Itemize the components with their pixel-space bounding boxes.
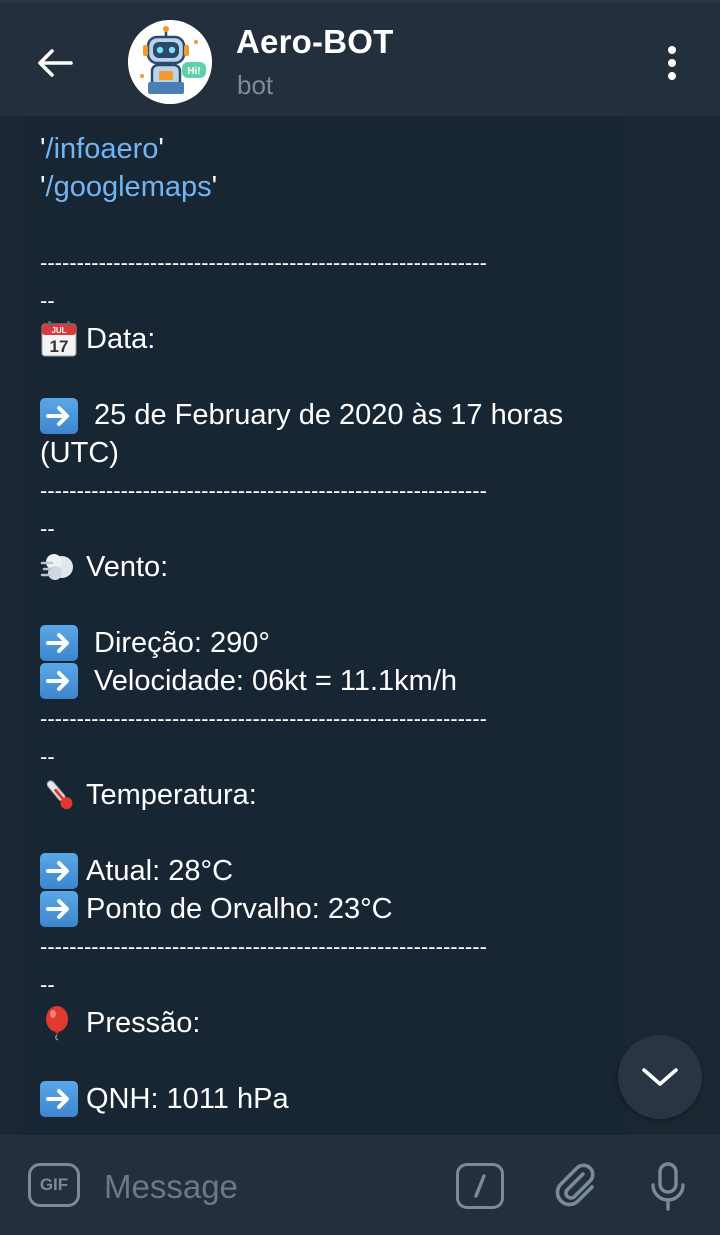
arrow-right-icon bbox=[40, 398, 78, 435]
command-line: '/infoaero ' bbox=[40, 130, 608, 168]
arrow-right-icon bbox=[40, 891, 78, 928]
kebab-dot bbox=[668, 72, 676, 80]
arrow-right-icon bbox=[40, 663, 78, 700]
arrow-right-icon bbox=[40, 1081, 78, 1118]
arrow-left-icon bbox=[38, 49, 73, 77]
bot-avatar[interactable]: Hi! bbox=[128, 20, 212, 104]
robot-icon: Hi! bbox=[128, 20, 212, 104]
wind-speed-text: Velocidade: 06kt = 11.1km/h bbox=[94, 665, 458, 698]
thermometer-icon bbox=[46, 780, 73, 810]
separator-line: ----------------------------------------… bbox=[40, 478, 487, 504]
wind-speed-line: Velocidade: 06kt = 11.1km/h bbox=[40, 662, 608, 700]
data-value-line: 25 de February de 2020 às 17 horas (UTC) bbox=[40, 396, 608, 472]
message-bubble: '/infoaero ' '/googlemaps ' --------------… bbox=[22, 116, 626, 1135]
chat-subtitle: bot bbox=[237, 70, 274, 100]
wind-direction-line: Direção: 290° bbox=[40, 624, 608, 662]
message-list[interactable]: '/infoaero ' '/googlemaps ' --------------… bbox=[0, 116, 720, 1135]
arrow-right-icon bbox=[40, 853, 78, 890]
calendar-icon: JUL 17 bbox=[41, 321, 77, 357]
dew-point-text: Ponto de Orvalho: 23°C bbox=[86, 893, 393, 926]
slash-icon bbox=[474, 1174, 486, 1198]
balloon-icon bbox=[46, 1006, 68, 1041]
chat-header: Hi! Aero-BOT bot bbox=[0, 0, 720, 116]
separator-line: ----------------------------------------… bbox=[40, 934, 487, 960]
quote-mark: ' bbox=[211, 171, 218, 203]
chevron-down-icon bbox=[642, 1068, 678, 1086]
section-heading-vento: Vento: bbox=[40, 548, 608, 586]
calendar-day: 17 bbox=[50, 337, 69, 356]
message-input[interactable] bbox=[104, 1165, 434, 1209]
kebab-dot bbox=[668, 46, 676, 54]
more-options-button[interactable] bbox=[648, 39, 696, 87]
scroll-to-bottom-button[interactable] bbox=[618, 1035, 702, 1119]
command-link-googlemaps[interactable]: /googlemaps bbox=[46, 168, 212, 206]
quote-mark: ' bbox=[158, 133, 164, 165]
separator-tail: -- bbox=[40, 516, 55, 542]
back-button[interactable] bbox=[26, 39, 84, 87]
section-heading-text: Vento: bbox=[86, 551, 169, 584]
separator-line: ----------------------------------------… bbox=[40, 250, 487, 275]
command-link-infoaero[interactable]: /infoaero bbox=[46, 130, 159, 168]
separator-tail: -- bbox=[40, 288, 55, 313]
voice-message-button[interactable] bbox=[640, 1157, 696, 1217]
composer-bar: GIF bbox=[0, 1135, 720, 1235]
wind-direction-text: Direção: 290° bbox=[94, 627, 271, 660]
paperclip-icon bbox=[555, 1163, 595, 1207]
gif-button[interactable]: GIF bbox=[28, 1163, 80, 1207]
attach-button[interactable] bbox=[548, 1157, 604, 1213]
gif-label: GIF bbox=[39, 1175, 69, 1194]
section-heading-data: JUL 17 Data: bbox=[40, 320, 608, 358]
temperature-current-text: Atual: 28°C bbox=[86, 855, 234, 888]
chat-title[interactable]: Aero-BOT bbox=[236, 23, 393, 61]
separator-line: ----------------------------------------… bbox=[40, 706, 487, 732]
calendar-month: JUL bbox=[51, 326, 66, 335]
avatar-badge-text: Hi! bbox=[187, 66, 200, 77]
temperature-current-line: Atual: 28°C bbox=[40, 852, 608, 890]
command-line: '/googlemaps ' bbox=[40, 168, 608, 206]
qnh-text: QNH: 1011 hPa bbox=[86, 1083, 289, 1116]
arrow-right-icon bbox=[40, 625, 78, 662]
qnh-line: QNH: 1011 hPa bbox=[40, 1080, 608, 1118]
wind-icon bbox=[40, 554, 73, 581]
date-text: 25 de February de 2020 às 17 horas (UTC) bbox=[40, 399, 564, 470]
telegram-chat-screen: Hi! Aero-BOT bot '/infoaero ' '/googlemap… bbox=[0, 0, 720, 1235]
section-heading-text: Data: bbox=[86, 323, 156, 355]
section-heading-text: Pressão: bbox=[86, 1007, 201, 1040]
bot-commands-button[interactable] bbox=[456, 1163, 504, 1209]
kebab-dot bbox=[668, 59, 676, 67]
section-heading-pressao: Pressão: bbox=[40, 1004, 608, 1042]
microphone-icon bbox=[651, 1162, 685, 1211]
section-heading-text: Temperatura: bbox=[86, 779, 257, 812]
dew-point-line: Ponto de Orvalho: 23°C bbox=[40, 890, 608, 928]
separator-tail: -- bbox=[40, 972, 55, 998]
section-heading-temperatura: Temperatura: bbox=[40, 776, 608, 814]
separator-tail: -- bbox=[40, 744, 55, 770]
